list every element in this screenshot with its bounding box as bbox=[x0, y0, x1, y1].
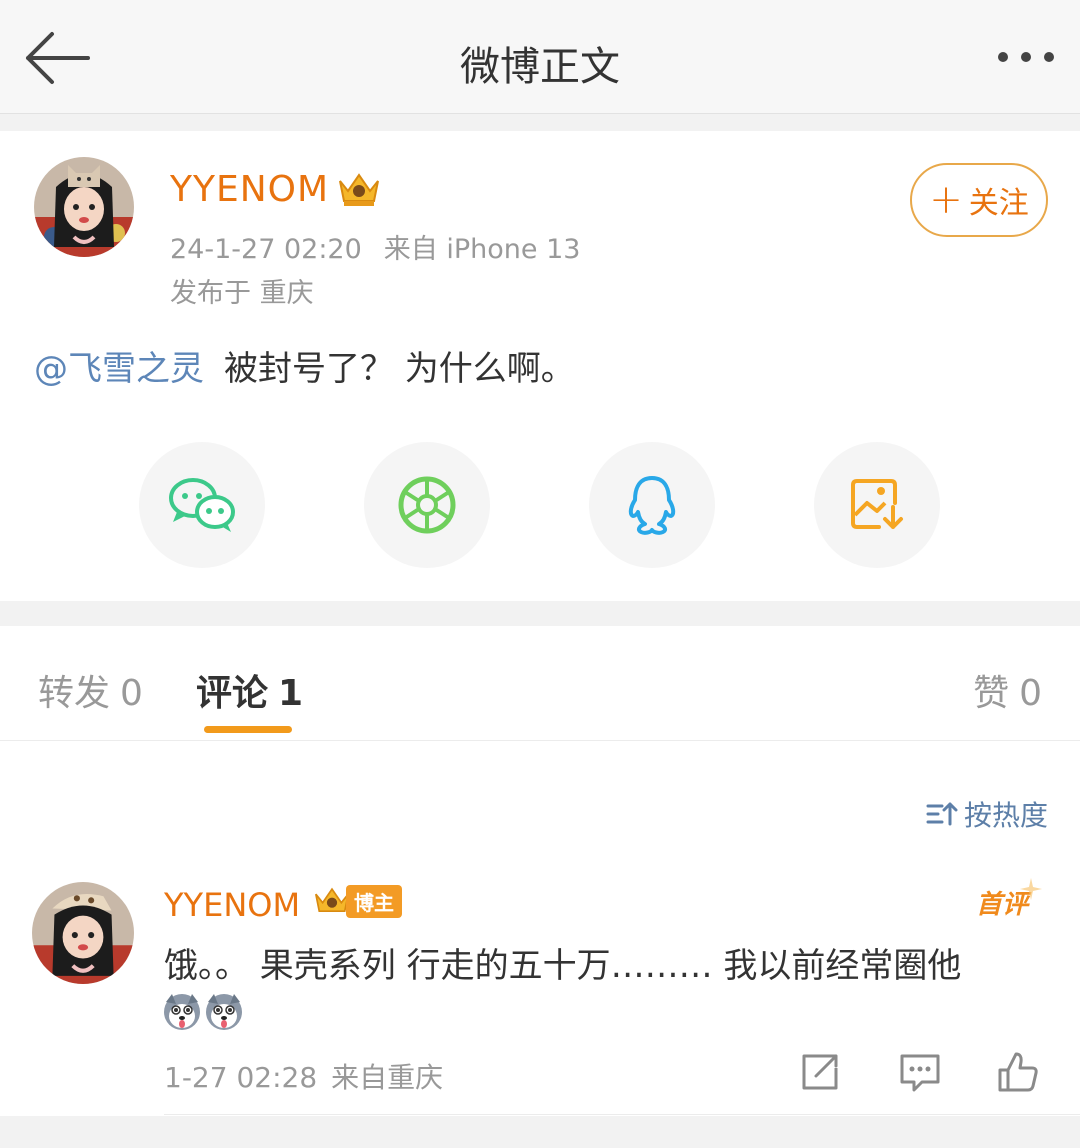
more-dots-icon[interactable] bbox=[994, 50, 1058, 66]
post-location: 发布于 重庆 bbox=[170, 278, 314, 309]
comment-source: 来自重庆 bbox=[331, 1061, 444, 1094]
tab-label: 转发 bbox=[38, 673, 111, 714]
comments-section: 转发 0 评论 1 赞0 按热度 YYENOM 博主 首评 饿。。 果壳系列 行… bbox=[0, 626, 1080, 1116]
post-body: 被封号了？ 为什么啊。 bbox=[224, 349, 575, 389]
post-card: YYENOM 24-1-27 02:20 来自 iPhone 13 发布于 重庆 … bbox=[0, 131, 1080, 601]
vip-crown-icon bbox=[336, 169, 382, 209]
page-title: 微博正文 bbox=[460, 44, 620, 90]
wechat-icon bbox=[169, 478, 235, 532]
divider bbox=[0, 740, 1080, 741]
moments-share-button[interactable] bbox=[364, 442, 490, 568]
follow-button[interactable]: + 关注 bbox=[910, 163, 1048, 237]
commenter-avatar[interactable] bbox=[32, 882, 134, 984]
qq-icon bbox=[628, 476, 676, 535]
post-time: 24-1-27 02:20 bbox=[170, 234, 362, 265]
divider bbox=[164, 1114, 1080, 1115]
tab-label: 赞 bbox=[973, 673, 1010, 714]
tab-comments[interactable]: 评论 1 bbox=[196, 664, 303, 716]
like-icon[interactable] bbox=[996, 1050, 1040, 1094]
comment-meta: 1-27 02:28 来自重庆 bbox=[164, 1056, 443, 1096]
tab-reposts[interactable]: 转发 0 bbox=[38, 664, 143, 716]
cat-ornament-icon bbox=[62, 159, 106, 189]
commenter-name[interactable]: YYENOM bbox=[164, 886, 300, 924]
comment-time: 1-27 02:28 bbox=[164, 1061, 318, 1094]
save-image-button[interactable] bbox=[814, 442, 940, 568]
post-source: 来自 iPhone 13 bbox=[383, 234, 581, 265]
tab-count: 0 bbox=[120, 673, 143, 714]
tab-count: 0 bbox=[1019, 673, 1042, 714]
qq-share-button[interactable] bbox=[589, 442, 715, 568]
husky-emoji bbox=[206, 994, 242, 1030]
mention-link[interactable]: @飞雪之灵 bbox=[34, 349, 204, 389]
badge-label: 博主 bbox=[346, 884, 402, 918]
top-nav-bar: 微博正文 bbox=[0, 0, 1080, 114]
blogger-badge: 博主 bbox=[312, 884, 402, 918]
emoji-row bbox=[162, 992, 246, 1032]
post-text: @飞雪之灵 被封号了？ 为什么啊。 bbox=[34, 341, 575, 390]
comment-text: 饿。。 果壳系列 行走的五十万……… 我以前经常圈他 bbox=[164, 946, 962, 986]
tab-likes[interactable]: 赞0 bbox=[973, 664, 1042, 716]
sort-label: 按热度 bbox=[963, 799, 1048, 832]
first-comment-badge: 首评 bbox=[976, 878, 1043, 921]
sort-icon bbox=[926, 802, 958, 826]
follow-label: 关注 bbox=[968, 186, 1029, 221]
active-tab-indicator bbox=[204, 726, 292, 733]
reply-icon[interactable] bbox=[898, 1050, 942, 1094]
sparkle-icon bbox=[1020, 878, 1043, 900]
tab-count: 1 bbox=[278, 673, 304, 714]
repost-icon[interactable] bbox=[798, 1050, 842, 1094]
sort-by-hot-button[interactable]: 按热度 bbox=[926, 794, 1048, 834]
save-image-icon bbox=[851, 479, 903, 529]
plus-icon: + bbox=[929, 177, 963, 223]
moments-icon bbox=[398, 476, 456, 534]
tab-label: 评论 bbox=[196, 673, 269, 714]
wechat-share-button[interactable] bbox=[139, 442, 265, 568]
post-meta: 24-1-27 02:20 来自 iPhone 13 bbox=[170, 227, 580, 266]
author-name[interactable]: YYENOM bbox=[170, 169, 329, 210]
husky-emoji bbox=[164, 994, 200, 1030]
